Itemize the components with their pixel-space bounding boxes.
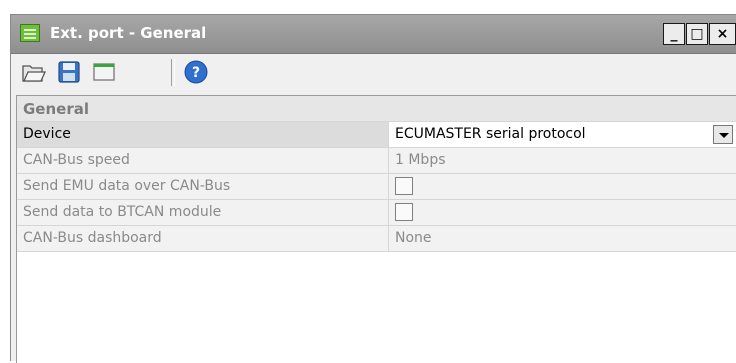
section-header: General xyxy=(17,96,736,122)
property-row-send-emu[interactable]: Send EMU data over CAN-Bus xyxy=(17,174,736,200)
property-value[interactable]: 1 Mbps xyxy=(388,148,736,173)
property-row-btcan[interactable]: Send data to BTCAN module xyxy=(17,200,736,226)
device-value: ECUMASTER serial protocol xyxy=(395,126,586,142)
property-label: Device xyxy=(23,126,71,142)
property-row-canbus-speed[interactable]: CAN-Bus speed 1 Mbps xyxy=(17,148,736,174)
floppy-disk-icon[interactable] xyxy=(56,60,82,84)
chevron-down-icon[interactable] xyxy=(713,125,733,144)
maximize-button[interactable]: □ xyxy=(686,23,708,45)
property-grid: General Device ECUMASTER serial protocol… xyxy=(16,95,736,363)
property-label: Send data to BTCAN module xyxy=(23,204,222,220)
canbus-speed-value: 1 Mbps xyxy=(395,152,446,168)
help-icon[interactable]: ? xyxy=(183,60,209,84)
section-title: General xyxy=(23,100,89,118)
svg-text:?: ? xyxy=(192,65,200,81)
title-bar[interactable]: Ext. port - General _ □ × xyxy=(11,15,736,54)
dashboard-value: None xyxy=(395,230,432,246)
close-button[interactable]: × xyxy=(709,23,736,45)
toolbar: ? xyxy=(11,54,736,92)
device-dropdown[interactable]: ECUMASTER serial protocol xyxy=(388,122,736,147)
table-icon xyxy=(20,24,40,42)
send-emu-checkbox[interactable] xyxy=(395,177,413,195)
device-select[interactable]: ECUMASTER serial protocol xyxy=(389,122,736,147)
property-label: Send EMU data over CAN-Bus xyxy=(23,178,231,194)
minimize-button[interactable]: _ xyxy=(663,23,685,45)
ext-port-window: Ext. port - General _ □ × ? General Devi… xyxy=(10,14,736,363)
folder-open-icon[interactable] xyxy=(21,60,47,84)
property-label: CAN-Bus dashboard xyxy=(23,230,162,246)
window-title: Ext. port - General xyxy=(50,24,207,42)
property-value[interactable]: None xyxy=(388,226,736,251)
property-label: CAN-Bus speed xyxy=(23,152,130,168)
property-value[interactable] xyxy=(388,174,736,199)
window-icon[interactable] xyxy=(91,60,117,84)
property-row-dashboard[interactable]: CAN-Bus dashboard None xyxy=(17,226,736,252)
btcan-checkbox[interactable] xyxy=(395,203,413,221)
property-value[interactable] xyxy=(388,200,736,225)
property-row-device[interactable]: Device ECUMASTER serial protocol xyxy=(17,122,736,148)
toolbar-separator xyxy=(171,59,175,86)
